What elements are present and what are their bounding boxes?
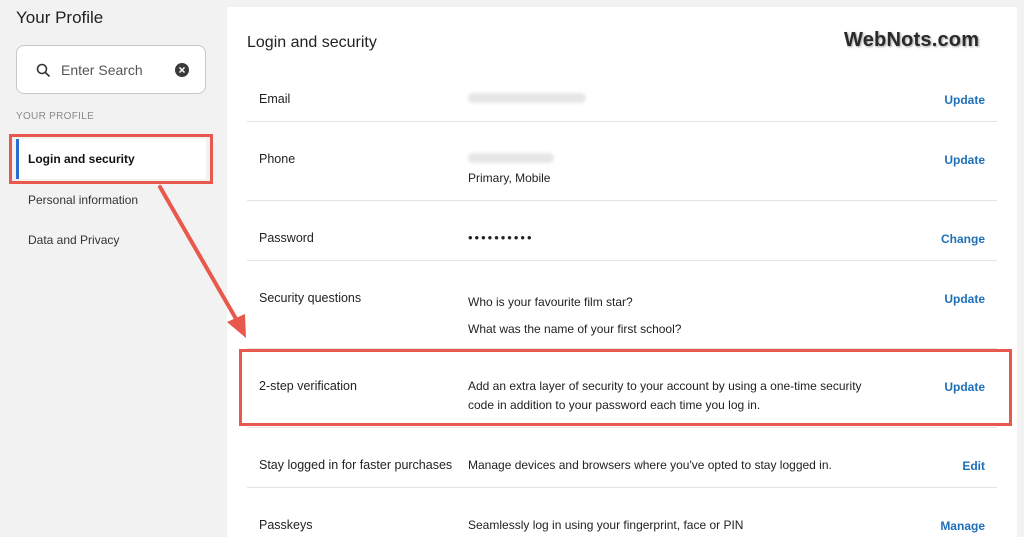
row-label: Passkeys: [259, 518, 313, 532]
phone-value: Primary, Mobile: [468, 150, 554, 188]
phone-type: Primary, Mobile: [468, 171, 551, 185]
clear-icon[interactable]: [175, 63, 189, 77]
row-phone: Phone Primary, Mobile Update: [247, 122, 997, 201]
phone-update-link[interactable]: Update: [944, 153, 985, 167]
search-icon: [36, 63, 50, 77]
sidebar-section-label: YOUR PROFILE: [16, 111, 95, 122]
search-input[interactable]: Enter Search: [16, 45, 206, 94]
passkeys-description: Seamlessly log in using your fingerprint…: [468, 518, 744, 532]
password-change-link[interactable]: Change: [941, 232, 985, 246]
sidebar-title: Your Profile: [16, 8, 104, 27]
row-label: Password: [259, 231, 314, 245]
row-security-questions: Security questions Who is your favourite…: [247, 261, 997, 349]
search-placeholder: Enter Search: [61, 62, 143, 78]
stay-logged-in-edit-link[interactable]: Edit: [962, 459, 985, 473]
row-passkeys: Passkeys Seamlessly log in using your fi…: [247, 488, 997, 537]
security-question-1: Who is your favourite film star?: [468, 295, 633, 309]
row-label: Security questions: [259, 291, 362, 305]
row-stay-logged-in: Stay logged in for faster purchases Mana…: [247, 428, 997, 488]
row-email: Email Update: [247, 62, 997, 122]
brand-watermark: WebNots.com: [844, 29, 980, 51]
page-title: Login and security: [247, 34, 377, 51]
row-label: Stay logged in for faster purchases: [259, 458, 453, 472]
highlight-box-2-step-verification: [239, 349, 1012, 426]
phone-number-redacted: [468, 153, 554, 163]
highlight-box-nav: [9, 134, 213, 184]
password-value: ••••••••••: [468, 230, 534, 245]
row-label: Email: [259, 92, 291, 106]
security-question-2: What was the name of your first school?: [468, 322, 682, 336]
sidebar: Your Profile Enter Search YOUR PROFILE L…: [0, 0, 226, 537]
main-panel: Login and security WebNots.com Email Upd…: [227, 7, 1017, 537]
row-label: Phone: [259, 152, 296, 166]
row-password: Password •••••••••• Change: [247, 201, 997, 261]
sidebar-item-data-privacy[interactable]: Data and Privacy: [16, 220, 206, 260]
stay-logged-in-description: Manage devices and browsers where you've…: [468, 458, 832, 472]
security-questions-value: Who is your favourite film star? What wa…: [468, 289, 681, 343]
sidebar-item-personal-information[interactable]: Personal information: [16, 180, 206, 220]
passkeys-manage-link[interactable]: Manage: [940, 519, 985, 533]
email-update-link[interactable]: Update: [944, 93, 985, 107]
email-value-redacted: [468, 90, 586, 109]
security-questions-update-link[interactable]: Update: [944, 292, 985, 306]
